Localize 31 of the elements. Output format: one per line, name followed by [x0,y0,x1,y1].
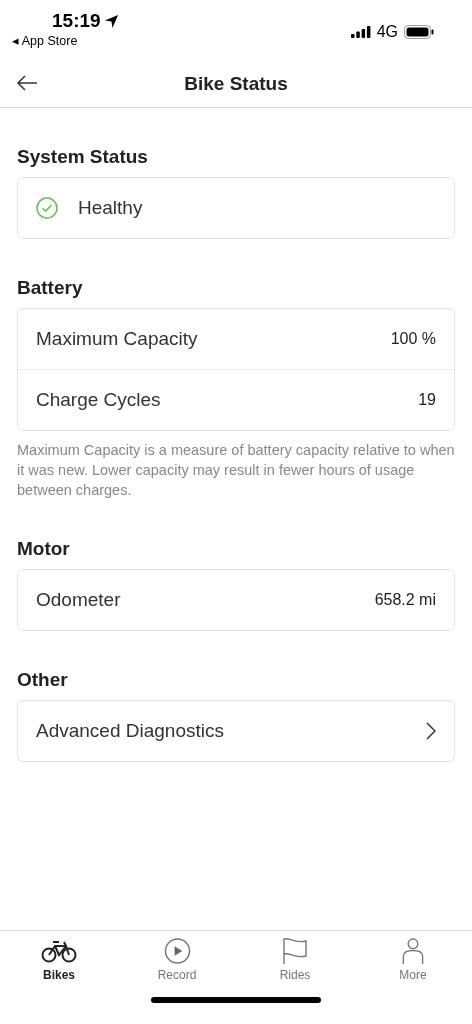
location-arrow-icon [103,13,119,29]
play-circle-icon [163,938,191,964]
info-note: Maximum Capacity is a measure of battery capacity relative to when it was new. Lower capacity may result in fewer hours of usage between charges. [17,441,455,500]
row-label: Maximum Capacity [36,328,199,350]
back-to-app-link[interactable]: ◂ App Store [12,33,78,48]
signal-icon [350,26,371,38]
row-value: 658.2 mi [374,591,436,609]
clock-time: 15:19 [52,10,101,32]
row-value: 19 [418,391,436,409]
tab[interactable]: More [354,938,472,988]
person-icon [402,938,424,964]
bicycle-icon [41,938,77,964]
flag-icon [282,938,308,964]
section-title: Battery [17,277,84,299]
row-value: 100 % [390,330,436,348]
chevron-right-icon[interactable] [426,722,436,740]
row-label: Charge Cycles [36,389,162,411]
tab[interactable]: Bikes [0,938,118,988]
battery-icon [404,25,434,39]
back-arrow-icon[interactable] [16,75,38,91]
screen-title: Bike Status [184,72,288,95]
section-title: Other [17,669,69,691]
menu-item[interactable]: Advanced Diagnostics [36,720,426,742]
tab[interactable]: Record [118,938,236,988]
tab[interactable]: Rides [236,938,354,988]
section-title: Motor [17,538,71,560]
section-title: System Status [17,146,149,168]
network-type: 4G [376,23,398,41]
check-circle-icon [36,197,58,219]
row-label: Odometer [36,589,122,611]
status-label: Healthy [78,197,144,219]
